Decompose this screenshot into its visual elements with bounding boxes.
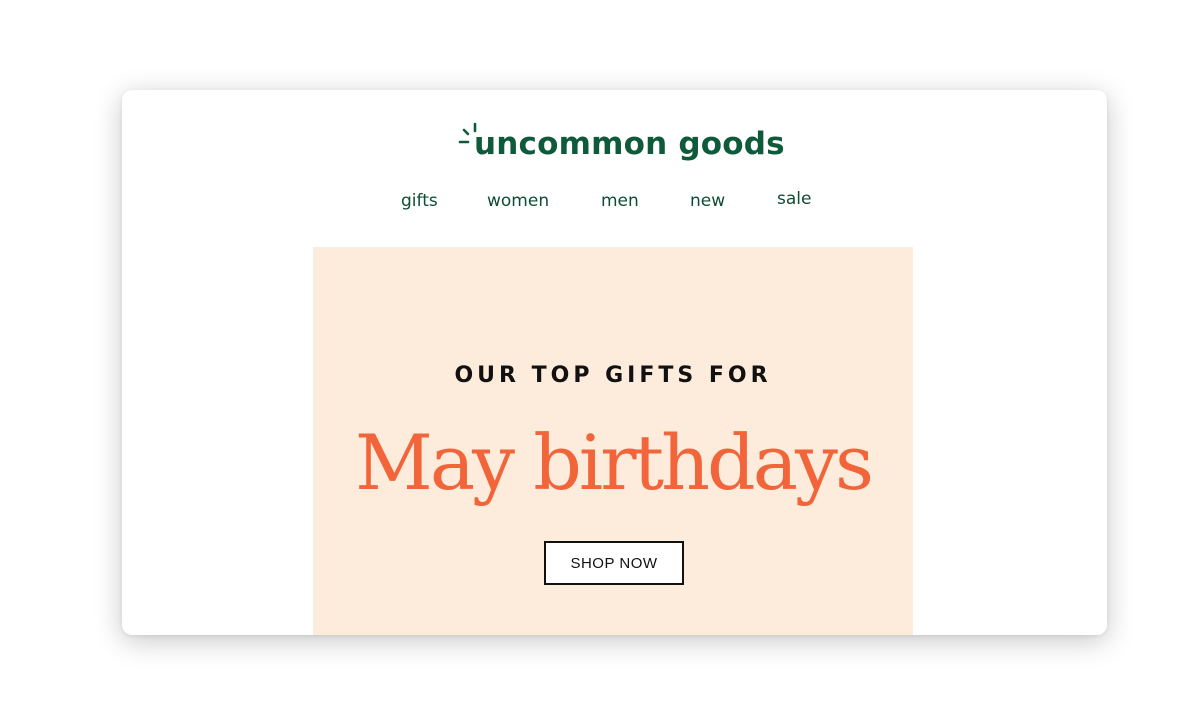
- brand-name: uncommon goods: [474, 126, 785, 162]
- hero-eyebrow: OUR TOP GIFTS FOR: [454, 363, 772, 388]
- nav-item-new[interactable]: new: [690, 188, 725, 214]
- page-stage: uncommon goods gifts women men new sale …: [0, 0, 1200, 725]
- nav-item-men[interactable]: men: [601, 188, 639, 214]
- main-nav: gifts women men new sale: [122, 188, 1107, 216]
- shop-now-button[interactable]: SHOP NOW: [544, 541, 684, 585]
- hero-headline: May birthdays: [355, 418, 874, 507]
- nav-item-women[interactable]: women: [487, 188, 549, 214]
- nav-item-sale[interactable]: sale: [777, 186, 811, 212]
- hero-banner[interactable]: OUR TOP GIFTS FOR May birthdays SHOP NOW: [313, 247, 913, 635]
- brand-logo[interactable]: uncommon goods: [458, 122, 785, 168]
- nav-item-gifts[interactable]: gifts: [401, 188, 438, 214]
- email-card: uncommon goods gifts women men new sale …: [122, 90, 1107, 635]
